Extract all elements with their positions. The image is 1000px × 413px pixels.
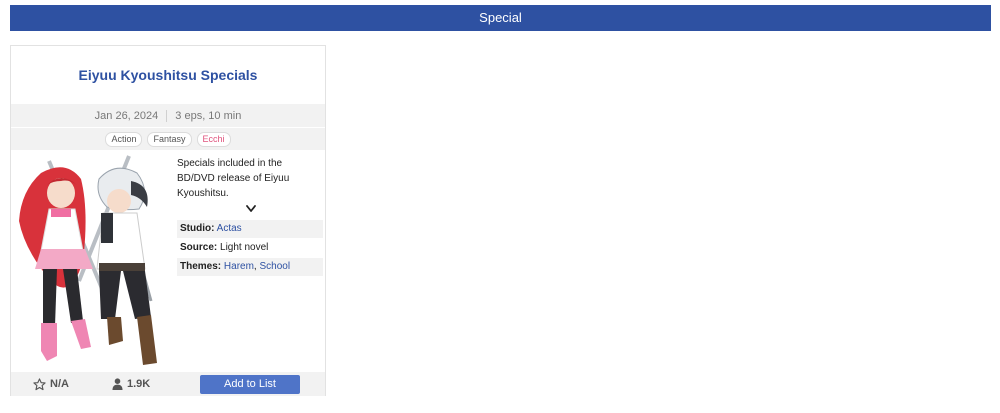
- anime-card: Eiyuu Kyoushitsu Specials Jan 26, 2024 3…: [10, 45, 326, 396]
- chevron-down-icon[interactable]: [243, 203, 259, 215]
- star-icon: [33, 377, 46, 390]
- anime-cover-image[interactable]: [11, 151, 171, 372]
- source-label: Source:: [180, 242, 218, 253]
- studio-link[interactable]: Actas: [217, 223, 242, 234]
- synopsis-text: Specials included in the BD/DVD release …: [177, 158, 290, 199]
- user-icon: [112, 378, 123, 390]
- members-count: 1.9K: [127, 378, 151, 390]
- score-display: N/A: [33, 372, 69, 396]
- genre-tag-fantasy[interactable]: Fantasy: [147, 131, 192, 147]
- card-footer: N/A 1.9K Add to List: [11, 372, 325, 396]
- studio-label: Studio:: [180, 223, 215, 234]
- episode-info: 3 eps, 10 min: [175, 109, 242, 122]
- genre-tag-ecchi[interactable]: Ecchi: [196, 131, 231, 147]
- cover-illustration: [19, 155, 157, 365]
- theme-link-school[interactable]: School: [259, 261, 290, 272]
- genre-tag-action[interactable]: Action: [105, 131, 143, 147]
- source-value: Light novel: [220, 242, 269, 253]
- anime-title-link[interactable]: Eiyuu Kyoushitsu Specials: [11, 46, 325, 104]
- section-title: Special: [479, 10, 522, 25]
- info-divider: [166, 109, 168, 122]
- source-row: Source: Light novel: [177, 239, 323, 257]
- section-header: Special: [10, 5, 991, 31]
- add-to-list-button[interactable]: Add to List: [200, 375, 300, 394]
- studio-row: Studio: Actas: [177, 220, 323, 238]
- info-bar: Jan 26, 2024 3 eps, 10 min: [11, 104, 325, 127]
- genre-list: Action Fantasy Ecchi: [11, 127, 325, 150]
- members-display: 1.9K: [112, 372, 150, 396]
- theme-link-harem[interactable]: Harem: [224, 261, 254, 272]
- themes-label: Themes:: [180, 261, 222, 272]
- score-value: N/A: [50, 378, 69, 390]
- themes-row: Themes: Harem, School: [177, 258, 323, 276]
- air-date: Jan 26, 2024: [94, 109, 159, 122]
